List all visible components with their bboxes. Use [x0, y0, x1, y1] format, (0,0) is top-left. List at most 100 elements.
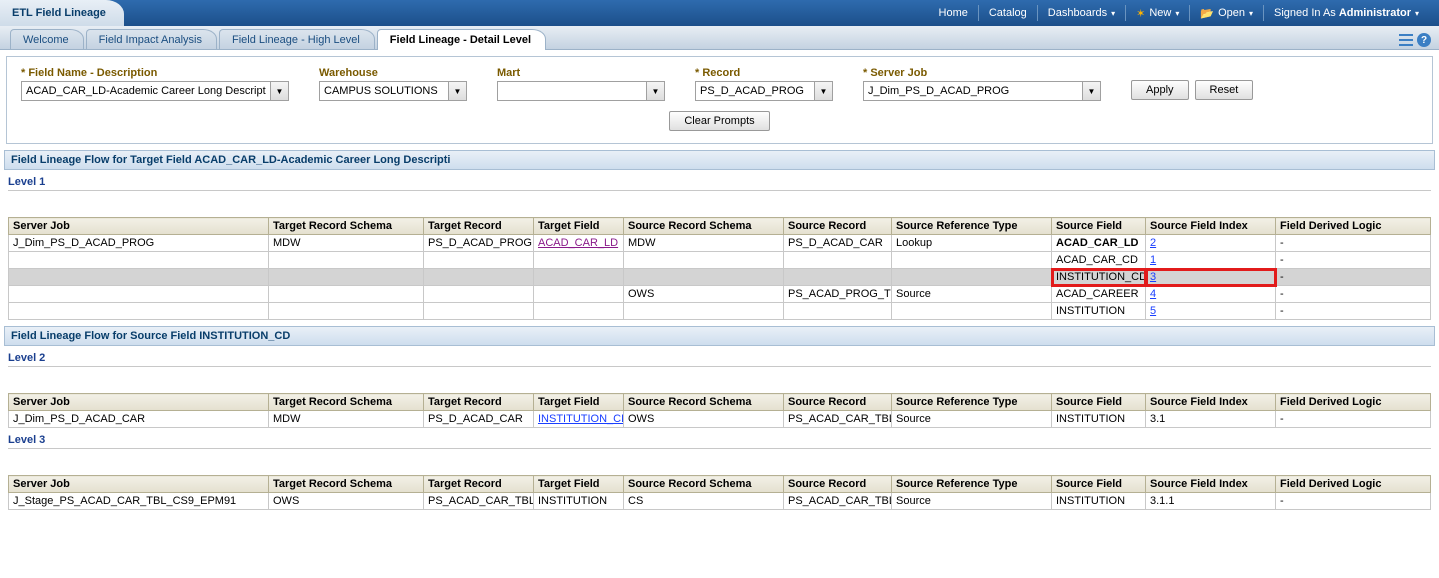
index-link[interactable]: 4	[1150, 288, 1156, 300]
col-header: Source Field Index	[1146, 394, 1276, 411]
cell	[269, 269, 424, 286]
field-name-label: * Field Name - Description	[21, 67, 289, 79]
cell: PS_ACAD_CAR_TBL	[784, 493, 892, 510]
table-row: INSTITUTION5-	[9, 303, 1431, 320]
section-source: Field Lineage Flow for Source Field INST…	[4, 326, 1435, 346]
cell: -	[1276, 252, 1431, 269]
level3-label: Level 3	[8, 434, 1431, 449]
cell: INSTITUTION	[534, 493, 624, 510]
col-header: Target Field	[534, 476, 624, 493]
cell	[269, 252, 424, 269]
cell	[534, 269, 624, 286]
cell: 1	[1146, 252, 1276, 269]
col-header: Source Record	[784, 476, 892, 493]
reset-button[interactable]: Reset	[1195, 80, 1254, 100]
record-input[interactable]	[695, 81, 815, 101]
home-link[interactable]: Home	[929, 5, 979, 21]
server-job-input[interactable]	[863, 81, 1083, 101]
page-title-tab: ETL Field Lineage	[0, 0, 124, 26]
cell: ACAD_CAR_LD	[534, 235, 624, 252]
tab-lineage-high[interactable]: Field Lineage - High Level	[219, 29, 375, 49]
cell	[424, 252, 534, 269]
index-link[interactable]: 1	[1150, 254, 1156, 266]
cell: Source	[892, 411, 1052, 428]
cell: -	[1276, 269, 1431, 286]
cell	[892, 252, 1052, 269]
new-link[interactable]: New▾	[1126, 5, 1190, 21]
cell	[624, 303, 784, 320]
col-header: Source Field Index	[1146, 476, 1276, 493]
cell: MDW	[269, 411, 424, 428]
open-link[interactable]: Open▾	[1190, 5, 1264, 21]
cell: INSTITUTION	[1052, 411, 1146, 428]
server-job-label: * Server Job	[863, 67, 1101, 79]
cell: MDW	[624, 235, 784, 252]
mart-input[interactable]	[497, 81, 647, 101]
cell: J_Dim_PS_D_ACAD_PROG	[9, 235, 269, 252]
cell: -	[1276, 303, 1431, 320]
dashboards-link[interactable]: Dashboards▾	[1038, 5, 1126, 21]
warehouse-input[interactable]	[319, 81, 449, 101]
tab-welcome[interactable]: Welcome	[10, 29, 84, 49]
col-header: Source Record Schema	[624, 476, 784, 493]
level1-label: Level 1	[8, 176, 1431, 191]
col-header: Target Record	[424, 394, 534, 411]
cell	[624, 269, 784, 286]
tab-field-impact[interactable]: Field Impact Analysis	[86, 29, 217, 49]
col-header: Source Field Index	[1146, 218, 1276, 235]
col-header: Field Derived Logic	[1276, 218, 1431, 235]
cell: 3	[1146, 269, 1276, 286]
col-header: Source Field	[1052, 394, 1146, 411]
cell: PS_D_ACAD_CAR	[424, 411, 534, 428]
cell: J_Dim_PS_D_ACAD_CAR	[9, 411, 269, 428]
field-name-dd[interactable]: ▼	[271, 81, 289, 101]
mart-dd[interactable]: ▼	[647, 81, 665, 101]
index-link[interactable]: 2	[1150, 237, 1156, 249]
table-row: ACAD_CAR_CD1-	[9, 252, 1431, 269]
field-name-input[interactable]	[21, 81, 271, 101]
cell	[892, 269, 1052, 286]
cell	[892, 303, 1052, 320]
prompt-panel: * Field Name - Description ▼ Warehouse ▼…	[6, 56, 1433, 144]
col-header: Target Record Schema	[269, 218, 424, 235]
cell: ACAD_CAR_LD	[1052, 235, 1146, 252]
signed-in-label[interactable]: Signed In As Administrator▾	[1264, 5, 1429, 21]
cell: PS_ACAD_CAR_TBL	[424, 493, 534, 510]
cell	[9, 252, 269, 269]
clear-prompts-button[interactable]: Clear Prompts	[669, 111, 769, 131]
level2-label: Level 2	[8, 352, 1431, 367]
target-field-link[interactable]: INSTITUTION_CD	[538, 413, 624, 425]
cell: OWS	[624, 411, 784, 428]
index-link[interactable]: 5	[1150, 305, 1156, 317]
cell: OWS	[624, 286, 784, 303]
catalog-link[interactable]: Catalog	[979, 5, 1038, 21]
target-field-link[interactable]: ACAD_CAR_LD	[538, 237, 618, 249]
col-header: Target Record	[424, 218, 534, 235]
cell: INSTITUTION_CD	[534, 411, 624, 428]
cell: Source	[892, 493, 1052, 510]
col-header: Source Record	[784, 394, 892, 411]
cell	[424, 286, 534, 303]
cell	[269, 286, 424, 303]
menu-icon[interactable]	[1399, 34, 1413, 46]
col-header: Source Field	[1052, 476, 1146, 493]
level1-table: Server JobTarget Record SchemaTarget Rec…	[8, 217, 1431, 320]
col-header: Target Field	[534, 394, 624, 411]
warehouse-dd[interactable]: ▼	[449, 81, 467, 101]
server-job-dd[interactable]: ▼	[1083, 81, 1101, 101]
tab-lineage-detail[interactable]: Field Lineage - Detail Level	[377, 29, 546, 50]
cell: 5	[1146, 303, 1276, 320]
col-header: Server Job	[9, 218, 269, 235]
record-dd[interactable]: ▼	[815, 81, 833, 101]
index-link[interactable]: 3	[1150, 271, 1156, 283]
cell: OWS	[269, 493, 424, 510]
cell: J_Stage_PS_ACAD_CAR_TBL_CS9_EPM91	[9, 493, 269, 510]
cell: INSTITUTION	[1052, 493, 1146, 510]
apply-button[interactable]: Apply	[1131, 80, 1189, 100]
cell: Lookup	[892, 235, 1052, 252]
mart-label: Mart	[497, 67, 665, 79]
help-icon[interactable]: ?	[1417, 33, 1431, 47]
record-label: * Record	[695, 67, 833, 79]
cell: -	[1276, 411, 1431, 428]
cell	[9, 286, 269, 303]
